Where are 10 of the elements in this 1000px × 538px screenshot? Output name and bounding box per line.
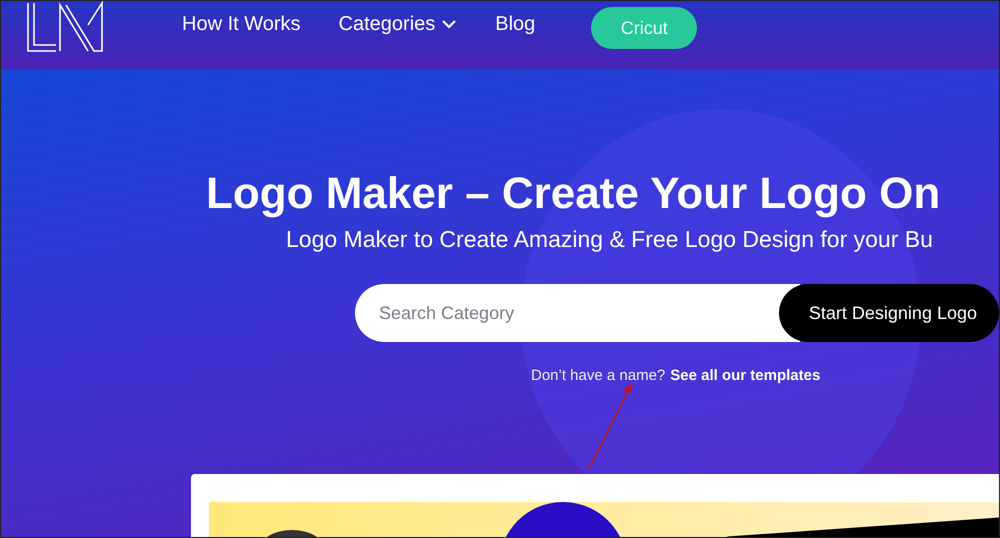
chevron-down-icon (441, 19, 458, 29)
search-field[interactable]: Search Category (355, 284, 800, 342)
nav-link[interactable]: Blog (495, 12, 536, 36)
helper-text: Don’t have a name? (531, 367, 666, 384)
logo-icon[interactable] (26, 1, 106, 53)
hero-title: Logo Maker – Create Your Logo On (206, 168, 942, 220)
hero-subtitle: Logo Maker to Create Amazing & Free Logo Design for your Bu (286, 225, 934, 254)
nav-link[interactable]: Categories (338, 12, 458, 36)
templates-link[interactable]: See all our templates (670, 367, 820, 384)
nav-link[interactable]: How It Works (182, 12, 301, 36)
